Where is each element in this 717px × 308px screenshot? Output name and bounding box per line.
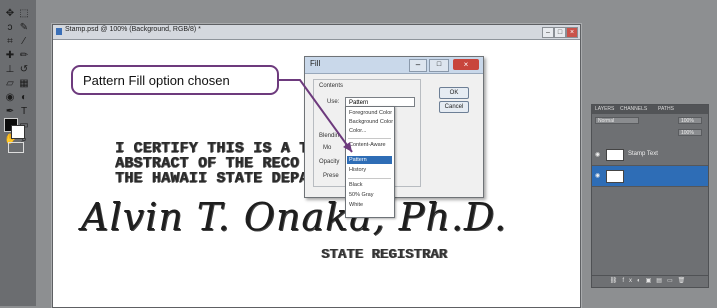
blend-mode-select[interactable]: Normal <box>595 117 639 124</box>
layer-row[interactable]: ◉ Stamp Text <box>592 145 708 166</box>
layers-panel-footer-icons[interactable]: ⛓fx◐▣▤▭🗑 <box>592 275 708 287</box>
visibility-eye-icon[interactable]: ◉ <box>595 151 600 158</box>
layer-thumbnail <box>606 170 624 183</box>
opacity-field[interactable]: 100% <box>678 117 702 124</box>
callout-box: Pattern Fill option chosen <box>71 65 279 95</box>
visibility-eye-icon[interactable]: ◉ <box>595 172 600 179</box>
tab-channels[interactable]: CHANNELS <box>620 106 647 112</box>
tab-layers[interactable]: LAYERS <box>595 106 614 112</box>
layer-row-selected[interactable]: ◉ <box>592 166 708 187</box>
layer-name: Stamp Text <box>628 151 658 157</box>
tab-paths[interactable]: PATHS <box>658 106 674 112</box>
layers-panel: LAYERS CHANNELS PATHS Normal 100% 100% ◉… <box>591 104 709 288</box>
fill-field[interactable]: 100% <box>678 129 702 136</box>
callout-text: Pattern Fill option chosen <box>83 73 230 88</box>
layer-thumbnail <box>606 149 624 161</box>
layers-panel-tabs: LAYERS CHANNELS PATHS <box>592 105 708 114</box>
